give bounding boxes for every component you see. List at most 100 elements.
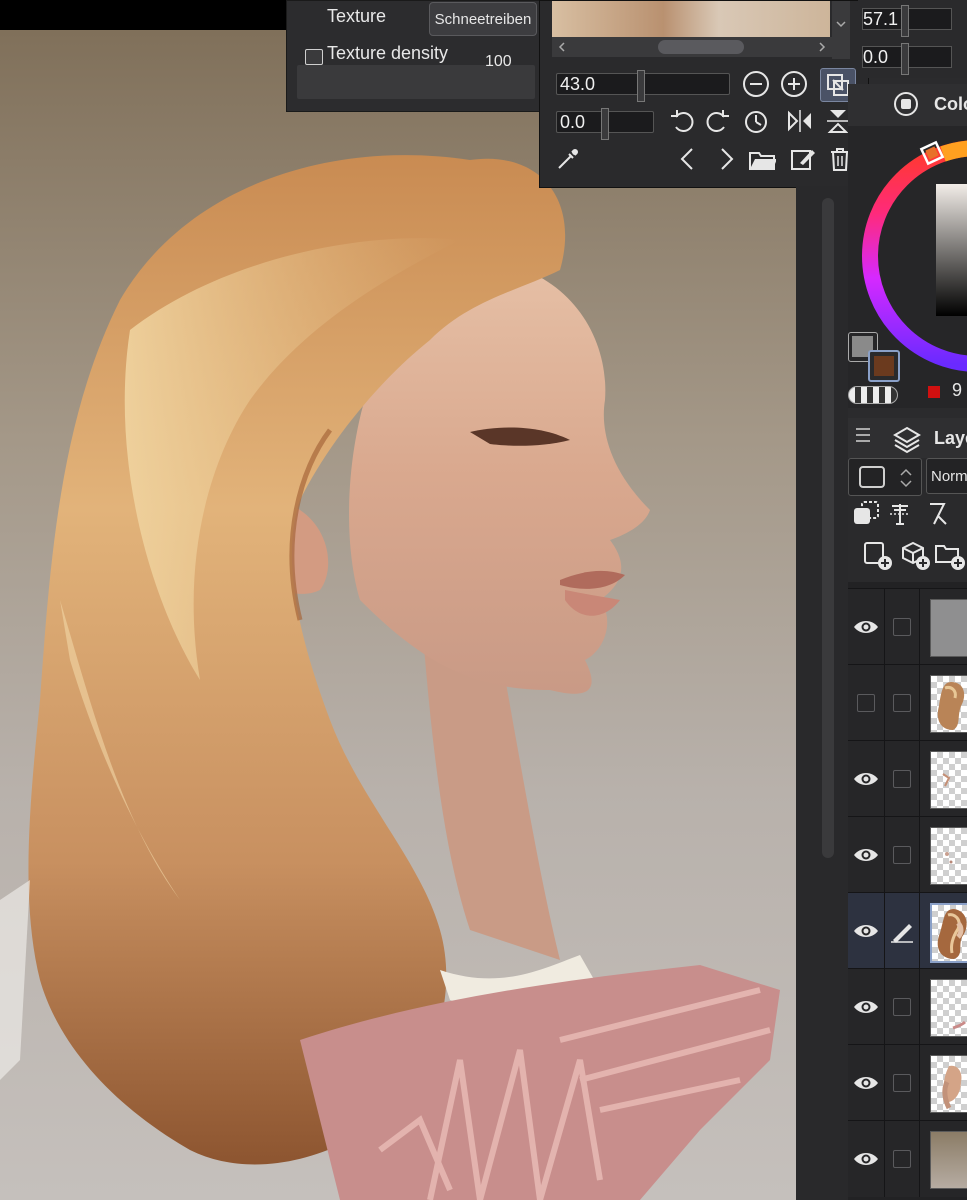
layer-row[interactable]: [848, 892, 967, 969]
navigator-preview[interactable]: [552, 1, 830, 37]
property-field-2[interactable]: 0.0: [862, 43, 952, 75]
layer-lock-checkbox[interactable]: [884, 1045, 920, 1121]
new-3d-layer-icon[interactable]: [900, 540, 932, 572]
eye-icon[interactable]: [848, 817, 884, 893]
brush-property-fields: 57.1 0.0: [858, 0, 967, 78]
eye-icon[interactable]: [848, 1045, 884, 1121]
property-slider-handle-1[interactable]: [901, 5, 909, 37]
color-wheel-panel: Colo 9: [848, 84, 967, 408]
foreground-color-swatch[interactable]: [868, 350, 900, 382]
layer-row[interactable]: [848, 1044, 967, 1121]
menu-icon[interactable]: [856, 428, 870, 442]
layer-lock-checkbox[interactable]: [884, 1121, 920, 1197]
layer-thumbnail: [930, 903, 967, 963]
dock-scroll-column: [796, 186, 848, 1200]
zoom-in-icon[interactable]: [780, 70, 808, 98]
layer-panel: Laye Norm: [848, 418, 967, 1200]
layer-panel-header: Laye: [848, 418, 967, 458]
scroll-thumb[interactable]: [658, 40, 744, 54]
layer-thumbnail: [930, 599, 967, 657]
rotate-right-icon[interactable]: [704, 107, 732, 135]
portrait-artwork: [0, 155, 780, 1200]
eyedropper-icon[interactable]: [554, 145, 582, 173]
flip-horizontal-icon[interactable]: [786, 107, 814, 135]
drawing-canvas[interactable]: [0, 30, 796, 1200]
next-icon[interactable]: [712, 145, 740, 173]
layer-row[interactable]: [848, 588, 967, 665]
edit-pen-icon[interactable]: [884, 893, 920, 969]
color-panel-icon: [894, 92, 918, 116]
texture-dropdown[interactable]: Schneetreiben: [429, 2, 537, 36]
rotation-slider[interactable]: 0.0: [556, 108, 654, 140]
property-field-1[interactable]: 57.1: [862, 5, 952, 37]
layer-row[interactable]: [848, 664, 967, 741]
layer-lock-checkbox[interactable]: [884, 589, 920, 665]
eye-icon[interactable]: [848, 1121, 884, 1197]
layer-panel-title: Laye: [934, 428, 967, 448]
layer-toolbar: Norm: [848, 458, 967, 582]
color-panel-header: Colo: [848, 84, 967, 126]
zoom-out-icon[interactable]: [742, 70, 770, 98]
rotation-slider-handle[interactable]: [601, 108, 609, 140]
texture-density-checkbox[interactable]: [305, 49, 323, 65]
open-folder-icon[interactable]: [748, 145, 776, 173]
navigator-panel: 43.0 0.0: [539, 0, 869, 188]
reset-rotation-icon[interactable]: [742, 107, 770, 135]
dock-scrollbar[interactable]: [822, 198, 834, 858]
property-slider-handle-2[interactable]: [901, 43, 909, 75]
zoom-slider-handle[interactable]: [637, 70, 645, 102]
edit-icon[interactable]: [788, 145, 816, 173]
stepper-icon[interactable]: [897, 465, 915, 491]
layer-row[interactable]: [848, 1120, 967, 1197]
layer-row[interactable]: [848, 816, 967, 893]
hidden-eye-toggle[interactable]: [848, 665, 884, 741]
lock-transparency-icon[interactable]: [924, 500, 952, 528]
layer-color-swatch: [859, 466, 885, 488]
navigator-vertical-scrollbar[interactable]: [832, 1, 850, 59]
layer-lock-checkbox[interactable]: [884, 969, 920, 1045]
texture-density-label: Texture density: [327, 43, 449, 63]
clip-layer-icon[interactable]: [852, 500, 880, 528]
navigator-horizontal-scrollbar[interactable]: [552, 37, 832, 57]
chevron-right-icon[interactable]: [814, 37, 830, 57]
layer-thumbnail: [930, 1055, 967, 1113]
rotation-value: 0.0: [560, 111, 586, 132]
eye-icon[interactable]: [848, 741, 884, 817]
layer-thumbnail: [930, 1131, 967, 1189]
layer-lock-checkbox[interactable]: [884, 817, 920, 893]
layer-row[interactable]: [848, 968, 967, 1045]
color-panel-title: Colo: [934, 94, 967, 114]
rotate-left-icon[interactable]: [668, 107, 696, 135]
new-folder-icon[interactable]: [934, 540, 966, 572]
eye-icon[interactable]: [848, 893, 884, 969]
zoom-value: 43.0: [560, 73, 596, 94]
layer-lock-checkbox[interactable]: [884, 741, 920, 817]
layer-thumbnail: [930, 979, 967, 1037]
texture-settings-panel: Texture Schneetreiben Texture density 10…: [286, 0, 546, 112]
layer-thumbnail: [930, 751, 967, 809]
texture-label: Texture: [327, 6, 387, 26]
layer-thumbnail: [930, 827, 967, 885]
layer-color-selector[interactable]: [848, 458, 922, 496]
property-value-2: 0.0: [863, 46, 889, 67]
texture-density-value: 100: [485, 53, 512, 70]
layer-lock-checkbox[interactable]: [884, 665, 920, 741]
chevron-down-icon[interactable]: [832, 15, 850, 33]
eye-icon[interactable]: [848, 589, 884, 665]
layer-thumbnail: [930, 675, 967, 733]
reference-layer-icon[interactable]: [886, 500, 914, 528]
prev-icon[interactable]: [674, 145, 702, 173]
chevron-left-icon[interactable]: [554, 37, 570, 57]
new-raster-layer-icon[interactable]: [862, 540, 894, 572]
blend-mode-dropdown[interactable]: Norm: [926, 458, 967, 494]
zoom-slider[interactable]: 43.0: [556, 70, 730, 102]
layer-list: [848, 588, 967, 1200]
color-value: 9: [952, 380, 963, 400]
color-indicator: [928, 386, 940, 398]
layers-icon: [893, 426, 921, 454]
layer-row[interactable]: [848, 740, 967, 817]
transparent-color-toggle[interactable]: [848, 386, 898, 404]
eye-icon[interactable]: [848, 969, 884, 1045]
property-value-1: 57.1: [863, 8, 899, 29]
top-bar: [0, 0, 290, 30]
